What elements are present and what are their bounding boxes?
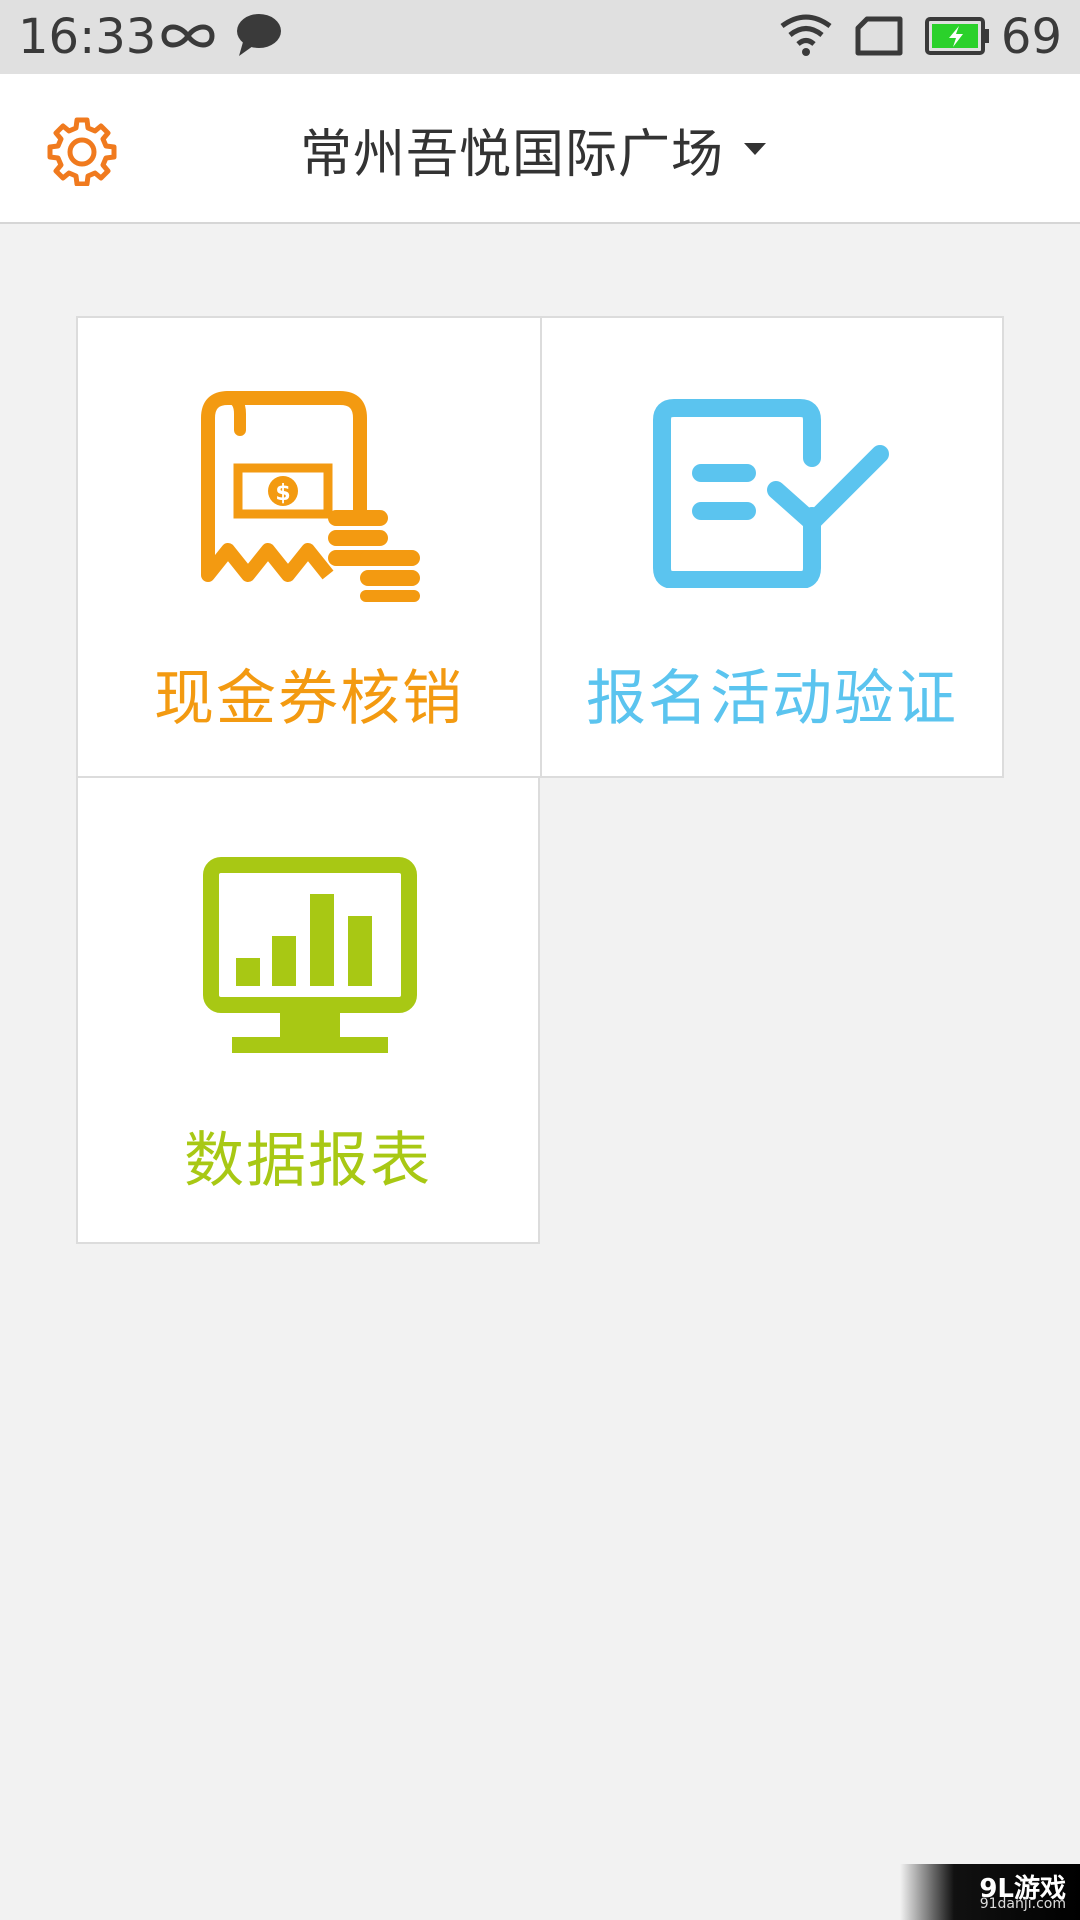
- tile-label: 数据报表: [184, 1126, 432, 1196]
- checklist-icon: [653, 399, 889, 588]
- tile-label: 现金券核销: [154, 664, 464, 734]
- watermark-logo: 9L游戏 91danji.com: [900, 1864, 1080, 1920]
- app-header: 常州吾悦国际广场: [0, 74, 1080, 224]
- chat-bubble-icon: [237, 14, 281, 56]
- battery-charging-icon: [925, 17, 989, 55]
- tile-registration-verify[interactable]: 报名活动验证: [540, 316, 1004, 778]
- wifi-icon: [780, 14, 832, 56]
- watermark-sub: 91danji.com: [979, 1896, 1066, 1912]
- monitor-chart-icon: [203, 857, 417, 1053]
- gear-icon[interactable]: [46, 114, 118, 186]
- caret-down-icon: [744, 143, 767, 155]
- status-bar: 16:33 69: [0, 0, 1080, 74]
- cash-voucher-icon: $: [201, 391, 420, 602]
- status-time: 16:33: [18, 9, 157, 65]
- page-title: 常州吾悦国际广场: [300, 124, 725, 185]
- tile-data-report[interactable]: 数据报表: [76, 776, 540, 1244]
- sim-card-icon: [855, 16, 903, 56]
- tile-cash-voucher[interactable]: $ 现金券核销: [76, 316, 542, 778]
- infinity-icon: [161, 24, 215, 48]
- battery-percent: 69: [1000, 9, 1062, 65]
- svg-text:$: $: [275, 481, 290, 506]
- mall-selector[interactable]: 常州吾悦国际广场: [300, 114, 768, 185]
- tile-label: 报名活动验证: [586, 664, 958, 734]
